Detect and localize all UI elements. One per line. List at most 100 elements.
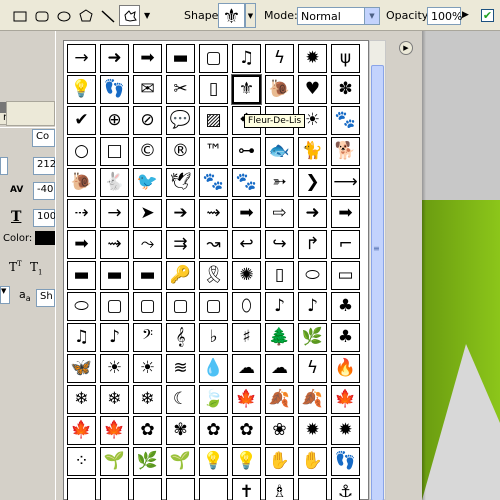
shape-cell[interactable] [298, 478, 327, 500]
shape-cell[interactable]: ▬ [133, 261, 162, 290]
rounded-rectangle-tool-button[interactable] [31, 5, 52, 26]
shape-cell[interactable]: ♣ [331, 323, 360, 352]
shape-cell[interactable]: ☾ [166, 385, 195, 414]
shape-cell[interactable]: 🐈 [298, 137, 327, 166]
shape-cell[interactable]: 🐾 [331, 106, 360, 135]
shape-cell[interactable]: ▢ [133, 292, 162, 321]
shape-cell[interactable] [133, 478, 162, 500]
custom-shape-tool-button[interactable] [119, 5, 140, 26]
shape-cell[interactable]: 💡 [232, 447, 261, 476]
shape-cell[interactable]: ➜ [100, 44, 129, 73]
opacity-slider-arrow-icon[interactable]: ▶ [462, 10, 469, 20]
chevron-down-icon[interactable]: ▼ [144, 11, 150, 20]
shape-cell[interactable] [67, 478, 96, 500]
scrollbar-thumb[interactable] [371, 65, 384, 500]
shape-cell[interactable]: ↱ [298, 230, 327, 259]
shape-cell[interactable]: ♪ [298, 292, 327, 321]
shape-cell[interactable]: ≋ [166, 354, 195, 383]
shape-cell[interactable]: ™ [199, 137, 228, 166]
line-tool-button[interactable] [97, 5, 118, 26]
shape-cell[interactable]: ▢ [100, 292, 129, 321]
font-size-field[interactable]: 212 [33, 157, 56, 175]
shape-cell[interactable]: 🌿 [133, 447, 162, 476]
shape-cell[interactable]: ✹ [298, 44, 327, 73]
shape-cell[interactable]: ➡ [67, 230, 96, 259]
shape-cell[interactable]: ✿ [133, 416, 162, 445]
shape-cell[interactable]: ▨ [199, 106, 228, 135]
tracking-field[interactable]: -40 [33, 182, 55, 200]
shape-cell[interactable]: ⌐ [331, 230, 360, 259]
shape-cell[interactable]: ⊘ [133, 106, 162, 135]
antialias-checkbox[interactable]: ✔ [481, 9, 494, 22]
shape-cell[interactable]: ⤳ [133, 230, 162, 259]
shape-cell[interactable]: ⇝ [199, 199, 228, 228]
shape-cell[interactable]: 🐌 [265, 75, 294, 104]
shape-cell[interactable]: ♣ [331, 292, 360, 321]
shape-cell[interactable]: ☁ [265, 354, 294, 383]
shape-cell[interactable]: 🍂 [298, 385, 327, 414]
shape-cell[interactable]: 🕊 [166, 168, 195, 197]
shape-cell[interactable]: ❄ [67, 385, 96, 414]
shape-cell[interactable]: 🐌 [67, 168, 96, 197]
shape-cell[interactable]: 🍁 [67, 416, 96, 445]
subscript-icon[interactable]: T1 [30, 260, 42, 276]
shape-cell[interactable]: ➤ [133, 199, 162, 228]
shape-cell[interactable]: 🍁 [331, 385, 360, 414]
shape-cell[interactable]: 💡 [199, 447, 228, 476]
shape-cell[interactable]: ➜ [298, 199, 327, 228]
shape-cell[interactable]: ▭ [331, 261, 360, 290]
shape-cell[interactable]: 💬 [166, 106, 195, 135]
shape-cell[interactable]: ⟶ [331, 168, 360, 197]
shape-cell[interactable]: ➳ [265, 168, 294, 197]
shape-cell[interactable] [199, 478, 228, 500]
shape-cell[interactable]: ⊕ [100, 106, 129, 135]
shape-cell[interactable]: ♯ [232, 323, 261, 352]
shape-cell[interactable]: ↪ [265, 230, 294, 259]
shape-cell[interactable]: ϟ [298, 354, 327, 383]
shape-cell[interactable]: ♭ [199, 323, 228, 352]
shape-cell[interactable]: ⚓ [331, 478, 360, 500]
shape-cell[interactable]: ▢ [199, 292, 228, 321]
shape-cell[interactable]: ▬ [166, 44, 195, 73]
ellipse-tool-button[interactable] [53, 5, 74, 26]
shape-cell[interactable]: ♥ [298, 75, 327, 104]
shape-cell[interactable]: ☁ [232, 354, 261, 383]
shape-cell[interactable]: ✂ [166, 75, 195, 104]
shape-cell[interactable]: ♪ [265, 292, 294, 321]
shape-cell[interactable]: ❄ [133, 385, 162, 414]
shape-cell[interactable]: ⬭ [67, 292, 96, 321]
shape-cell[interactable]: ✝ [232, 478, 261, 500]
shape-cell[interactable]: ○ [67, 137, 96, 166]
shape-cell[interactable]: ❀ [265, 416, 294, 445]
shape-cell[interactable]: ▯ [199, 75, 228, 104]
leading-field[interactable]: 100 [33, 209, 56, 227]
shape-cell[interactable]: ✺ [232, 261, 261, 290]
shape-cell[interactable]: 💡 [67, 75, 96, 104]
shape-cell[interactable]: ➡ [331, 199, 360, 228]
shape-cell[interactable]: ♪ [100, 323, 129, 352]
shape-cell[interactable]: ✽ [331, 75, 360, 104]
shape-cell[interactable]: 👣 [100, 75, 129, 104]
shape-cell[interactable]: ♗ [265, 478, 294, 500]
shape-cell[interactable]: ♫ [67, 323, 96, 352]
shape-cell[interactable]: ✿ [232, 416, 261, 445]
polygon-tool-button[interactable] [75, 5, 96, 26]
shape-cell[interactable]: ⇉ [166, 230, 195, 259]
shape-cell[interactable]: 💧 [199, 354, 228, 383]
shape-cell[interactable]: ® [166, 137, 195, 166]
shape-cell[interactable]: ▬ [67, 261, 96, 290]
shape-cell[interactable]: ➔ [166, 199, 195, 228]
shape-cell[interactable]: → [100, 199, 129, 228]
shape-cell[interactable]: 👣 [331, 447, 360, 476]
shape-cell[interactable]: ➡ [232, 199, 261, 228]
shape-cell[interactable]: ▢ [166, 292, 195, 321]
shape-cell[interactable]: ⇢ [67, 199, 96, 228]
language-select[interactable]: ▼ [0, 286, 10, 304]
shape-cell[interactable]: 🌱 [100, 447, 129, 476]
shape-cell[interactable]: 🐇 [100, 168, 129, 197]
shape-cell[interactable]: ➡ [133, 44, 162, 73]
shape-cell[interactable]: ↝ [199, 230, 228, 259]
shape-cell[interactable]: → [67, 44, 96, 73]
shape-cell[interactable]: 🌱 [166, 447, 195, 476]
antialias-method-field[interactable]: Sh [36, 289, 55, 307]
